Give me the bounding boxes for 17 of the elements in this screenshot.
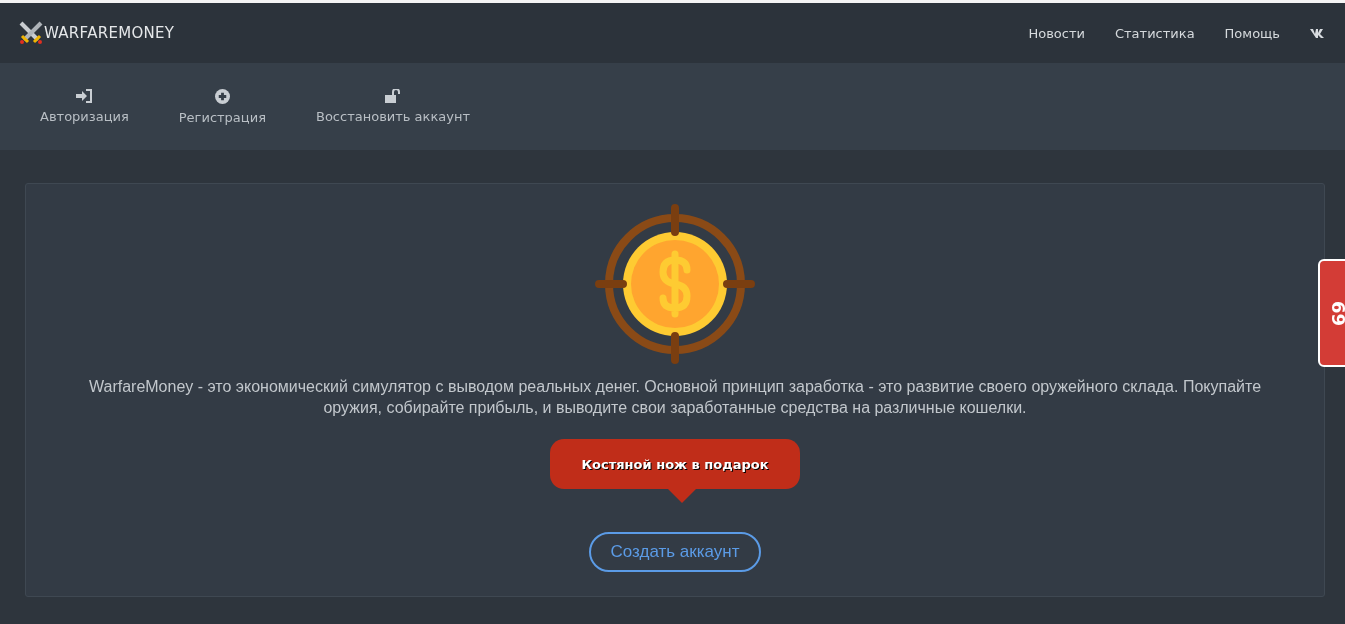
menu-item[interactable]: Регистрация (166, 88, 278, 125)
target-coin-icon (595, 204, 755, 364)
nav-link[interactable]: Помощь (1224, 25, 1280, 41)
plus-circle-icon (214, 88, 230, 104)
menu-item[interactable]: Авторизация (28, 89, 141, 124)
description-text: WarfareMoney - это экономический симулятор с выводом реальных денег. Основной принцип заработка - это развитие своего оружейного склада. Покупайте оружия, собирайте прибыль, и выводите свои заработанные средства на различные кошелки. (87, 377, 1263, 418)
menu-item[interactable]: Восстановить аккаунт (303, 89, 482, 124)
promo-callout: Костяной нож в подарок (550, 439, 800, 503)
login-icon (76, 89, 93, 103)
crossed-swords-icon (18, 21, 44, 45)
side-tab[interactable]: 69 (1318, 259, 1345, 367)
nav-link[interactable]: Новости (1028, 25, 1085, 41)
unlock-icon (385, 89, 401, 103)
create-account-button[interactable]: Создать аккаунт (588, 532, 762, 572)
nav-link[interactable]: Статистика (1114, 25, 1195, 41)
brand-name[interactable]: WARFAREMONEY (44, 24, 175, 42)
vk-icon[interactable] (1310, 28, 1325, 38)
